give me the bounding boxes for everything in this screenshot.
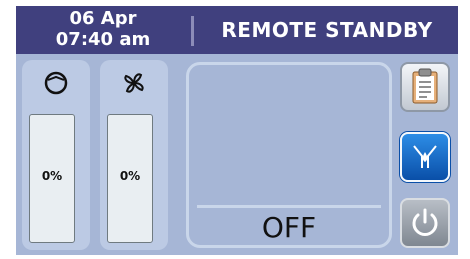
drain-button[interactable] — [400, 132, 450, 182]
main-panel: 0% 0% OFF — [16, 54, 458, 255]
compressor-level-label: 0% — [41, 169, 63, 183]
status-divider — [197, 205, 381, 208]
fan-level-label: 0% — [119, 169, 141, 183]
power-button[interactable] — [400, 198, 450, 248]
fan-gauge: 0% — [100, 60, 168, 250]
date-text: 06 Apr — [69, 8, 137, 29]
fan-icon — [100, 68, 168, 98]
date-time: 06 Apr 07:40 am — [28, 8, 178, 50]
drain-valve-icon — [413, 145, 437, 168]
clipboard-icon — [412, 68, 438, 104]
compressor-level-bar: 0% — [29, 114, 75, 243]
report-button[interactable] — [400, 62, 450, 112]
time-text: 07:40 am — [55, 29, 151, 50]
compressor-gauge: 0% — [22, 60, 90, 250]
mode-title: REMOTE STANDBY — [221, 18, 433, 42]
compressor-icon — [22, 68, 90, 98]
status-text: OFF — [261, 211, 317, 244]
header-divider — [191, 16, 194, 46]
status-panel: OFF — [186, 62, 392, 248]
header-bar: 06 Apr 07:40 am REMOTE STANDBY — [16, 6, 458, 54]
power-icon — [412, 208, 438, 236]
fan-level-bar: 0% — [107, 114, 153, 243]
standby-screen: 06 Apr 07:40 am REMOTE STANDBY 0% 0% OFF — [0, 0, 470, 259]
